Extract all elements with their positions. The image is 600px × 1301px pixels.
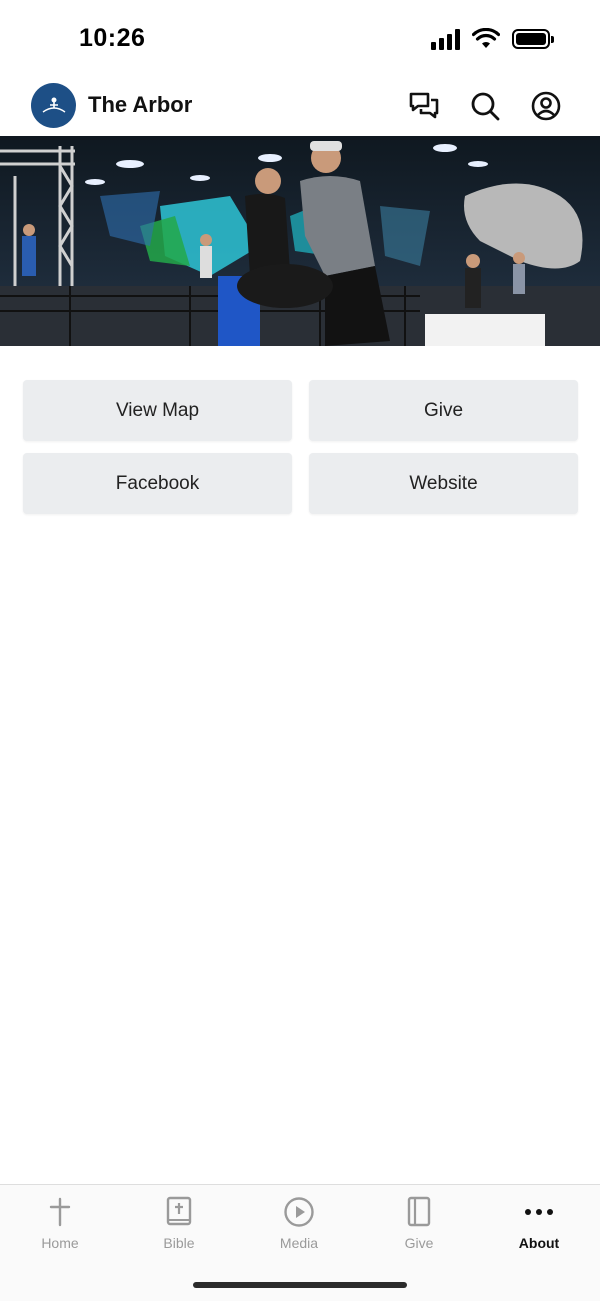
book-icon [402, 1195, 436, 1229]
tab-media-label: Media [279, 1235, 319, 1251]
tab-bible-label: Bible [163, 1235, 195, 1251]
website-button[interactable]: Website [309, 453, 578, 514]
church-logo-icon[interactable] [31, 83, 76, 128]
search-icon[interactable] [469, 90, 501, 122]
tab-about[interactable]: About [479, 1195, 599, 1251]
hero-image [0, 136, 600, 346]
more-icon [522, 1195, 556, 1229]
bible-icon [162, 1195, 196, 1229]
facebook-button[interactable]: Facebook [23, 453, 292, 514]
home-indicator[interactable] [193, 1282, 407, 1288]
tab-home-label: Home [41, 1235, 79, 1251]
view-map-button[interactable]: View Map [23, 380, 292, 441]
tab-about-label: About [518, 1235, 560, 1251]
tab-media[interactable]: Media [239, 1195, 359, 1251]
status-time: 10:26 [79, 24, 146, 52]
status-bar: 10:26 [0, 0, 600, 80]
cross-icon [43, 1195, 77, 1229]
tab-give-label: Give [404, 1235, 434, 1251]
status-icons [431, 28, 554, 50]
tab-home[interactable]: Home [0, 1195, 120, 1251]
app-header: The Arbor [0, 80, 600, 136]
tab-bar: Home Bible Media Give About [0, 1184, 600, 1301]
app-title: The Arbor [88, 92, 193, 117]
tab-give[interactable]: Give [359, 1195, 479, 1251]
wifi-icon [472, 28, 500, 48]
link-button-grid: View Map Give Facebook Website [23, 380, 578, 514]
cellular-signal-icon [431, 28, 460, 50]
chat-icon[interactable] [408, 90, 440, 122]
tab-bible[interactable]: Bible [119, 1195, 239, 1251]
give-button[interactable]: Give [309, 380, 578, 441]
play-icon [282, 1195, 316, 1229]
battery-icon [512, 29, 554, 49]
account-icon[interactable] [530, 90, 562, 122]
